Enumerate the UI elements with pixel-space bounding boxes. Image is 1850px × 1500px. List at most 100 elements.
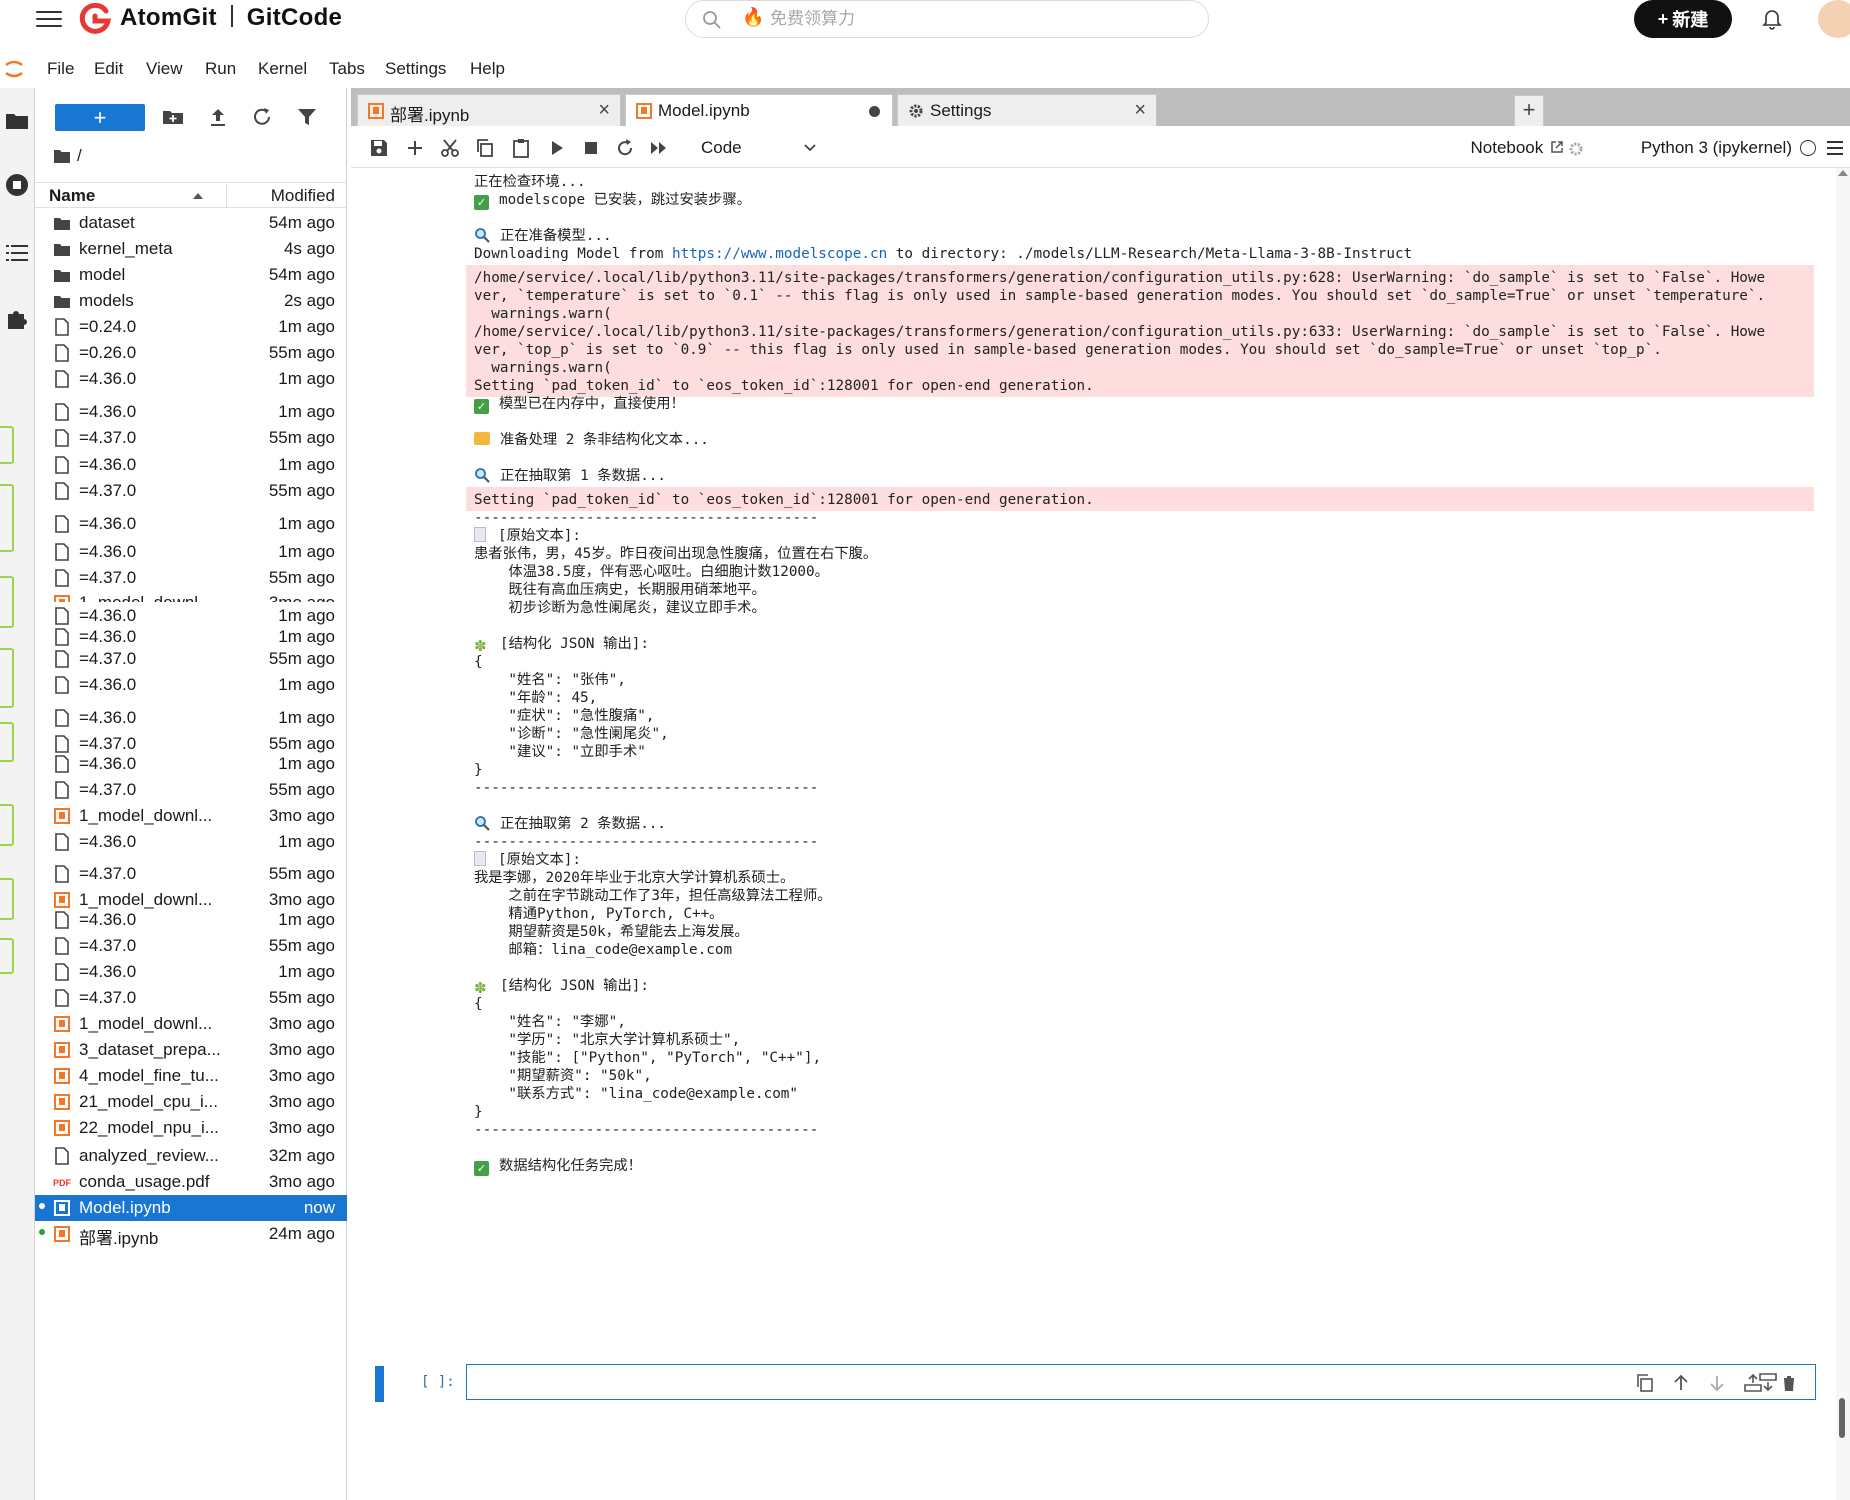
bell-icon[interactable] bbox=[1760, 6, 1784, 30]
refresh-icon[interactable] bbox=[250, 105, 274, 129]
file-row[interactable]: 1_model_downl... 3mo ago bbox=[35, 590, 347, 602]
site-search-box[interactable]: 🔥 bbox=[685, 0, 1209, 38]
file-row[interactable]: kernel_meta 4s ago bbox=[35, 236, 347, 262]
new-button[interactable]: + 新建 bbox=[1634, 0, 1732, 38]
tab-settings[interactable]: Settings × bbox=[897, 94, 1157, 126]
user-avatar[interactable] bbox=[1818, 0, 1850, 38]
menu-icon[interactable] bbox=[1826, 140, 1844, 156]
file-row[interactable]: =0.24.0 1m ago bbox=[35, 314, 347, 340]
file-row[interactable]: =4.37.0 55m ago bbox=[35, 478, 347, 504]
file-row[interactable]: =4.36.0 1m ago bbox=[35, 672, 347, 698]
save-icon[interactable] bbox=[369, 138, 389, 158]
atomgit-logo-icon[interactable] bbox=[78, 2, 112, 36]
menu-view[interactable]: View bbox=[146, 59, 183, 79]
open-in-notebook-button[interactable]: Notebook bbox=[1470, 138, 1564, 158]
table-of-contents-icon[interactable] bbox=[4, 240, 30, 266]
active-cell-marker[interactable] bbox=[375, 1366, 384, 1402]
menu-run[interactable]: Run bbox=[205, 59, 236, 79]
move-down-icon[interactable] bbox=[1707, 1373, 1727, 1393]
file-row[interactable]: =4.37.0 55m ago bbox=[35, 933, 347, 959]
unsaved-indicator-icon[interactable] bbox=[869, 106, 880, 117]
restart-kernel-icon[interactable] bbox=[615, 138, 635, 158]
new-folder-icon[interactable] bbox=[161, 105, 185, 129]
output-line: 既往有高血压病史，长期服用硝苯地平。 bbox=[474, 580, 765, 600]
file-row[interactable]: =0.26.0 55m ago bbox=[35, 340, 347, 366]
file-row[interactable]: PDF conda_usage.pdf 3mo ago bbox=[35, 1169, 347, 1195]
code-cell-input[interactable] bbox=[466, 1364, 1816, 1400]
column-modified[interactable]: Modified bbox=[271, 186, 335, 206]
file-row[interactable]: =4.37.0 55m ago bbox=[35, 425, 347, 451]
file-row[interactable]: =4.37.0 55m ago bbox=[35, 565, 347, 591]
file-row[interactable]: =4.37.0 55m ago bbox=[35, 985, 347, 1011]
tab-model-notebook[interactable]: Model.ipynb bbox=[625, 94, 893, 127]
tab-bar: 部署.ipynb × Model.ipynb Settings × + bbox=[351, 88, 1850, 127]
copy-icon[interactable] bbox=[475, 138, 495, 158]
file-row[interactable]: =4.36.0 1m ago bbox=[35, 539, 347, 565]
notebook-panel[interactable]: 正在检查环境... ✓ modelscope 已安装，跳过安装步骤。 正在准备模型..… bbox=[351, 168, 1850, 1500]
filter-icon[interactable] bbox=[295, 105, 319, 129]
file-row[interactable]: =4.37.0 55m ago bbox=[35, 777, 347, 803]
file-row[interactable]: =4.36.0 1m ago bbox=[35, 705, 347, 731]
paste-icon[interactable] bbox=[511, 138, 531, 158]
kernel-name[interactable]: Python 3 (ipykernel) bbox=[1641, 138, 1792, 158]
menu-tabs[interactable]: Tabs bbox=[329, 59, 365, 79]
file-row[interactable]: =4.36.0 1m ago bbox=[35, 511, 347, 537]
file-row[interactable]: analyzed_review... 32m ago bbox=[35, 1143, 347, 1169]
restart-run-all-icon[interactable] bbox=[649, 138, 669, 158]
column-name[interactable]: Name bbox=[49, 186, 95, 206]
decorative-mark bbox=[0, 804, 14, 846]
file-row[interactable]: =4.36.0 1m ago bbox=[35, 399, 347, 425]
file-row[interactable]: =4.36.0 1m ago bbox=[35, 452, 347, 478]
menu-kernel[interactable]: Kernel bbox=[258, 59, 307, 79]
close-icon[interactable]: × bbox=[598, 100, 610, 120]
add-cell-icon[interactable] bbox=[405, 138, 425, 158]
notebook-scrollbar[interactable] bbox=[1836, 168, 1850, 1500]
breadcrumb-root[interactable]: / bbox=[77, 146, 82, 166]
file-row[interactable]: 3_dataset_prepa... 3mo ago bbox=[35, 1037, 347, 1063]
menu-settings[interactable]: Settings bbox=[385, 59, 446, 79]
breadcrumb[interactable]: / bbox=[53, 146, 82, 166]
output-line: "技能": ["Python", "PyTorch", "C++"], bbox=[474, 1048, 821, 1068]
file-icon bbox=[55, 429, 69, 447]
stop-icon[interactable] bbox=[581, 138, 601, 158]
file-row[interactable]: 1_model_downl... 3mo ago bbox=[35, 803, 347, 829]
file-row[interactable]: =4.36.0 1m ago bbox=[35, 366, 347, 392]
new-launcher-button[interactable]: + bbox=[55, 104, 145, 131]
file-row[interactable]: models 2s ago bbox=[35, 288, 347, 314]
file-row[interactable]: =4.37.0 55m ago bbox=[35, 646, 347, 672]
file-row[interactable]: 部署.ipynb 24m ago bbox=[35, 1221, 347, 1248]
folder-icon[interactable] bbox=[4, 108, 30, 134]
site-brand[interactable]: AtomGit GitCode bbox=[120, 4, 342, 32]
file-row[interactable]: model 54m ago bbox=[35, 262, 347, 288]
delete-cell-icon[interactable] bbox=[1779, 1373, 1799, 1393]
running-kernels-icon[interactable] bbox=[4, 172, 30, 198]
output-link[interactable]: https://www.modelscope.cn bbox=[672, 246, 887, 262]
file-row[interactable]: 1_model_downl... 3mo ago bbox=[35, 1011, 347, 1037]
file-row[interactable]: =4.36.0 1m ago bbox=[35, 907, 347, 933]
file-row[interactable]: =4.36.0 1m ago bbox=[35, 751, 347, 777]
add-tab-button[interactable]: + bbox=[1514, 95, 1544, 126]
file-row[interactable]: =4.36.0 1m ago bbox=[35, 829, 347, 855]
file-row[interactable]: =4.37.0 55m ago bbox=[35, 861, 347, 887]
file-row[interactable]: 22_model_npu_i... 3mo ago bbox=[35, 1115, 347, 1141]
duplicate-cell-icon[interactable] bbox=[1635, 1373, 1655, 1393]
extension-manager-icon[interactable] bbox=[4, 306, 30, 332]
file-row[interactable]: Model.ipynb now bbox=[35, 1195, 347, 1221]
cut-icon[interactable] bbox=[440, 138, 460, 158]
move-up-icon[interactable] bbox=[1671, 1373, 1691, 1393]
menu-file[interactable]: File bbox=[47, 59, 74, 79]
menu-edit[interactable]: Edit bbox=[94, 59, 123, 79]
cell-type-select[interactable]: Code bbox=[701, 137, 821, 159]
run-icon[interactable] bbox=[547, 138, 567, 158]
file-row[interactable]: =4.36.0 1m ago bbox=[35, 959, 347, 985]
upload-icon[interactable] bbox=[206, 105, 230, 129]
close-icon[interactable]: × bbox=[1134, 100, 1146, 120]
hamburger-menu-icon[interactable] bbox=[36, 6, 62, 32]
file-row[interactable]: dataset 54m ago bbox=[35, 210, 347, 236]
tab-deploy-notebook[interactable]: 部署.ipynb × bbox=[357, 94, 621, 126]
file-row[interactable]: 4_model_fine_tu... 3mo ago bbox=[35, 1063, 347, 1089]
insert-below-icon[interactable] bbox=[1758, 1372, 1778, 1392]
menu-help[interactable]: Help bbox=[470, 59, 505, 79]
file-row[interactable]: 21_model_cpu_i... 3mo ago bbox=[35, 1089, 347, 1115]
site-search-input[interactable] bbox=[770, 5, 1190, 33]
